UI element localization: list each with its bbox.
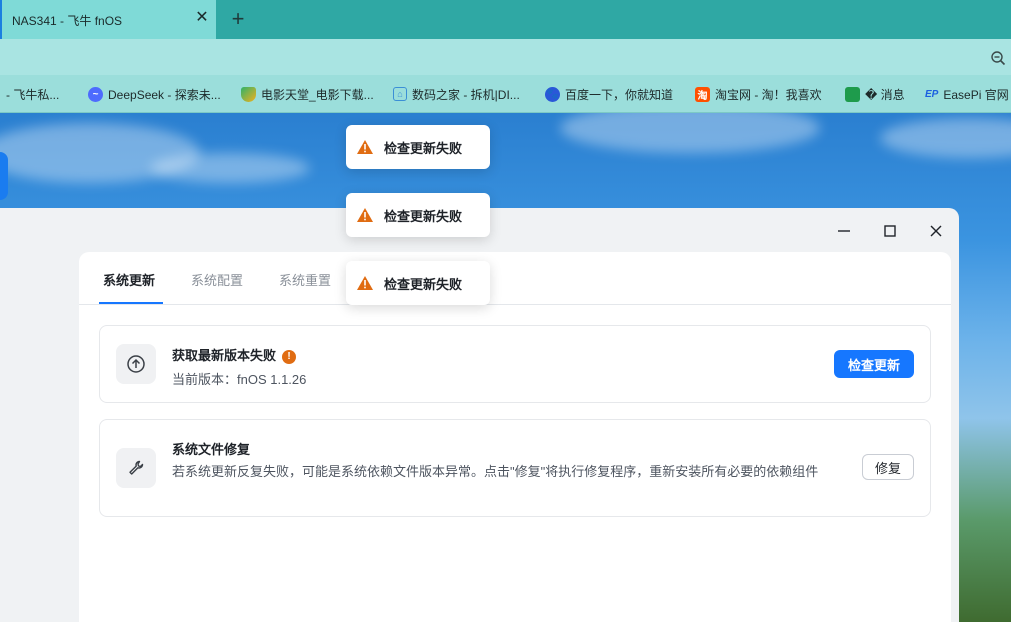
bookmark-item[interactable]: EP EasePi 官网 <box>925 86 1009 102</box>
browser-tab-title: NAS341 - 飞牛 fnOS <box>12 14 123 28</box>
toast-notification: 检查更新失败 <box>346 193 490 237</box>
bookmark-label: 百度一下，你就知道 <box>565 87 674 102</box>
bookmark-item[interactable]: 淘 淘宝网 - 淘！我喜欢 <box>695 86 822 102</box>
bookmark-label: - 飞牛私... <box>6 87 60 102</box>
toast-message: 检查更新失败 <box>384 276 463 292</box>
settings-tabs: 系统更新 系统配置 系统重置 <box>79 252 951 305</box>
repair-card: 系统文件修复 若系统更新反复失败，可能是系统依赖文件版本异常。点击"修复"将执行… <box>99 419 931 517</box>
bookmark-label: DeepSeek - 探索未... <box>108 87 221 102</box>
wallpaper-cloud <box>560 113 820 153</box>
maximize-icon[interactable] <box>880 222 900 240</box>
bookmark-item[interactable]: 电影天堂_电影下载... <box>241 86 374 102</box>
warning-triangle-icon <box>357 140 373 154</box>
bookmark-item[interactable]: 🐾 百度一下，你就知道 <box>545 86 673 102</box>
bookmark-label: � 消息 <box>865 87 905 102</box>
update-card: 获取最新版本失败! 当前版本：fnOS 1.1.26 检查更新 <box>99 325 931 403</box>
baidu-paw-icon: 🐾 <box>545 86 560 102</box>
wallpaper-cloud <box>150 153 310 183</box>
close-icon[interactable] <box>926 222 946 240</box>
taobao-icon: 淘 <box>695 86 710 102</box>
bookmark-label: EasePi 官网 <box>943 87 1009 102</box>
zoom-out-icon[interactable] <box>990 50 1006 66</box>
update-status-title-text: 获取最新版本失败 <box>172 348 277 363</box>
desktop-dock-handle[interactable] <box>0 152 8 200</box>
current-version: 当前版本：fnOS 1.1.26 <box>172 372 307 387</box>
browser-tab-active[interactable]: NAS341 - 飞牛 fnOS ✕ <box>0 0 216 39</box>
green-cube-icon <box>845 86 860 102</box>
repair-title: 系统文件修复 <box>172 442 251 457</box>
bookmark-item[interactable]: ~ DeepSeek - 探索未... <box>88 86 221 102</box>
tab-system-config[interactable]: 系统配置 <box>191 270 243 289</box>
warning-triangle-icon <box>357 208 373 222</box>
bookmark-item[interactable]: ⌂ 数码之家 - 拆机|DI... <box>393 86 520 102</box>
bookmark-label: 淘宝网 - 淘！我喜欢 <box>715 87 822 102</box>
bookmark-label: 数码之家 - 拆机|DI... <box>412 87 520 102</box>
repair-button[interactable]: 修复 <box>862 454 914 480</box>
repair-description: 若系统更新反复失败，可能是系统依赖文件版本异常。点击"修复"将执行修复程序，重新… <box>172 464 819 479</box>
bookmark-item[interactable]: - 飞牛私... <box>6 86 59 102</box>
close-tab-icon[interactable]: ✕ <box>192 8 212 28</box>
deepseek-icon: ~ <box>88 86 103 102</box>
toast-message: 检查更新失败 <box>384 208 463 224</box>
toast-notification: 检查更新失败 <box>346 125 490 169</box>
address-bar[interactable] <box>0 39 1011 75</box>
wallpaper-cloud <box>880 118 1011 158</box>
shield-icon <box>241 86 256 102</box>
upload-arrow-icon <box>116 344 156 384</box>
bookmarks-bar: - 飞牛私... ~ DeepSeek - 探索未... 电影天堂_电影下载..… <box>0 75 1011 113</box>
settings-panel: 系统更新 系统配置 系统重置 获取最新版本失败! 当前版本：fnOS 1.1.2… <box>79 252 951 622</box>
home-icon: ⌂ <box>393 87 407 101</box>
browser-tabstrip: NAS341 - 飞牛 fnOS ✕ + <box>0 0 1011 39</box>
wrench-icon <box>116 448 156 488</box>
active-tab-indicator <box>99 302 163 304</box>
toast-notification: 检查更新失败 <box>346 261 490 305</box>
new-tab-icon[interactable]: + <box>226 6 250 32</box>
warning-triangle-icon <box>357 276 373 290</box>
bookmark-item[interactable]: � 消息 <box>845 86 905 102</box>
tab-system-reset[interactable]: 系统重置 <box>279 270 331 289</box>
toast-message: 检查更新失败 <box>384 140 463 156</box>
check-update-button[interactable]: 检查更新 <box>834 350 914 378</box>
update-status-title: 获取最新版本失败! <box>172 345 297 364</box>
minimize-icon[interactable] <box>834 222 854 240</box>
warning-icon: ! <box>282 349 297 364</box>
easepi-icon: EP <box>925 88 939 100</box>
tab-system-update[interactable]: 系统更新 <box>103 270 155 289</box>
bookmark-label: 电影天堂_电影下载... <box>261 87 374 102</box>
